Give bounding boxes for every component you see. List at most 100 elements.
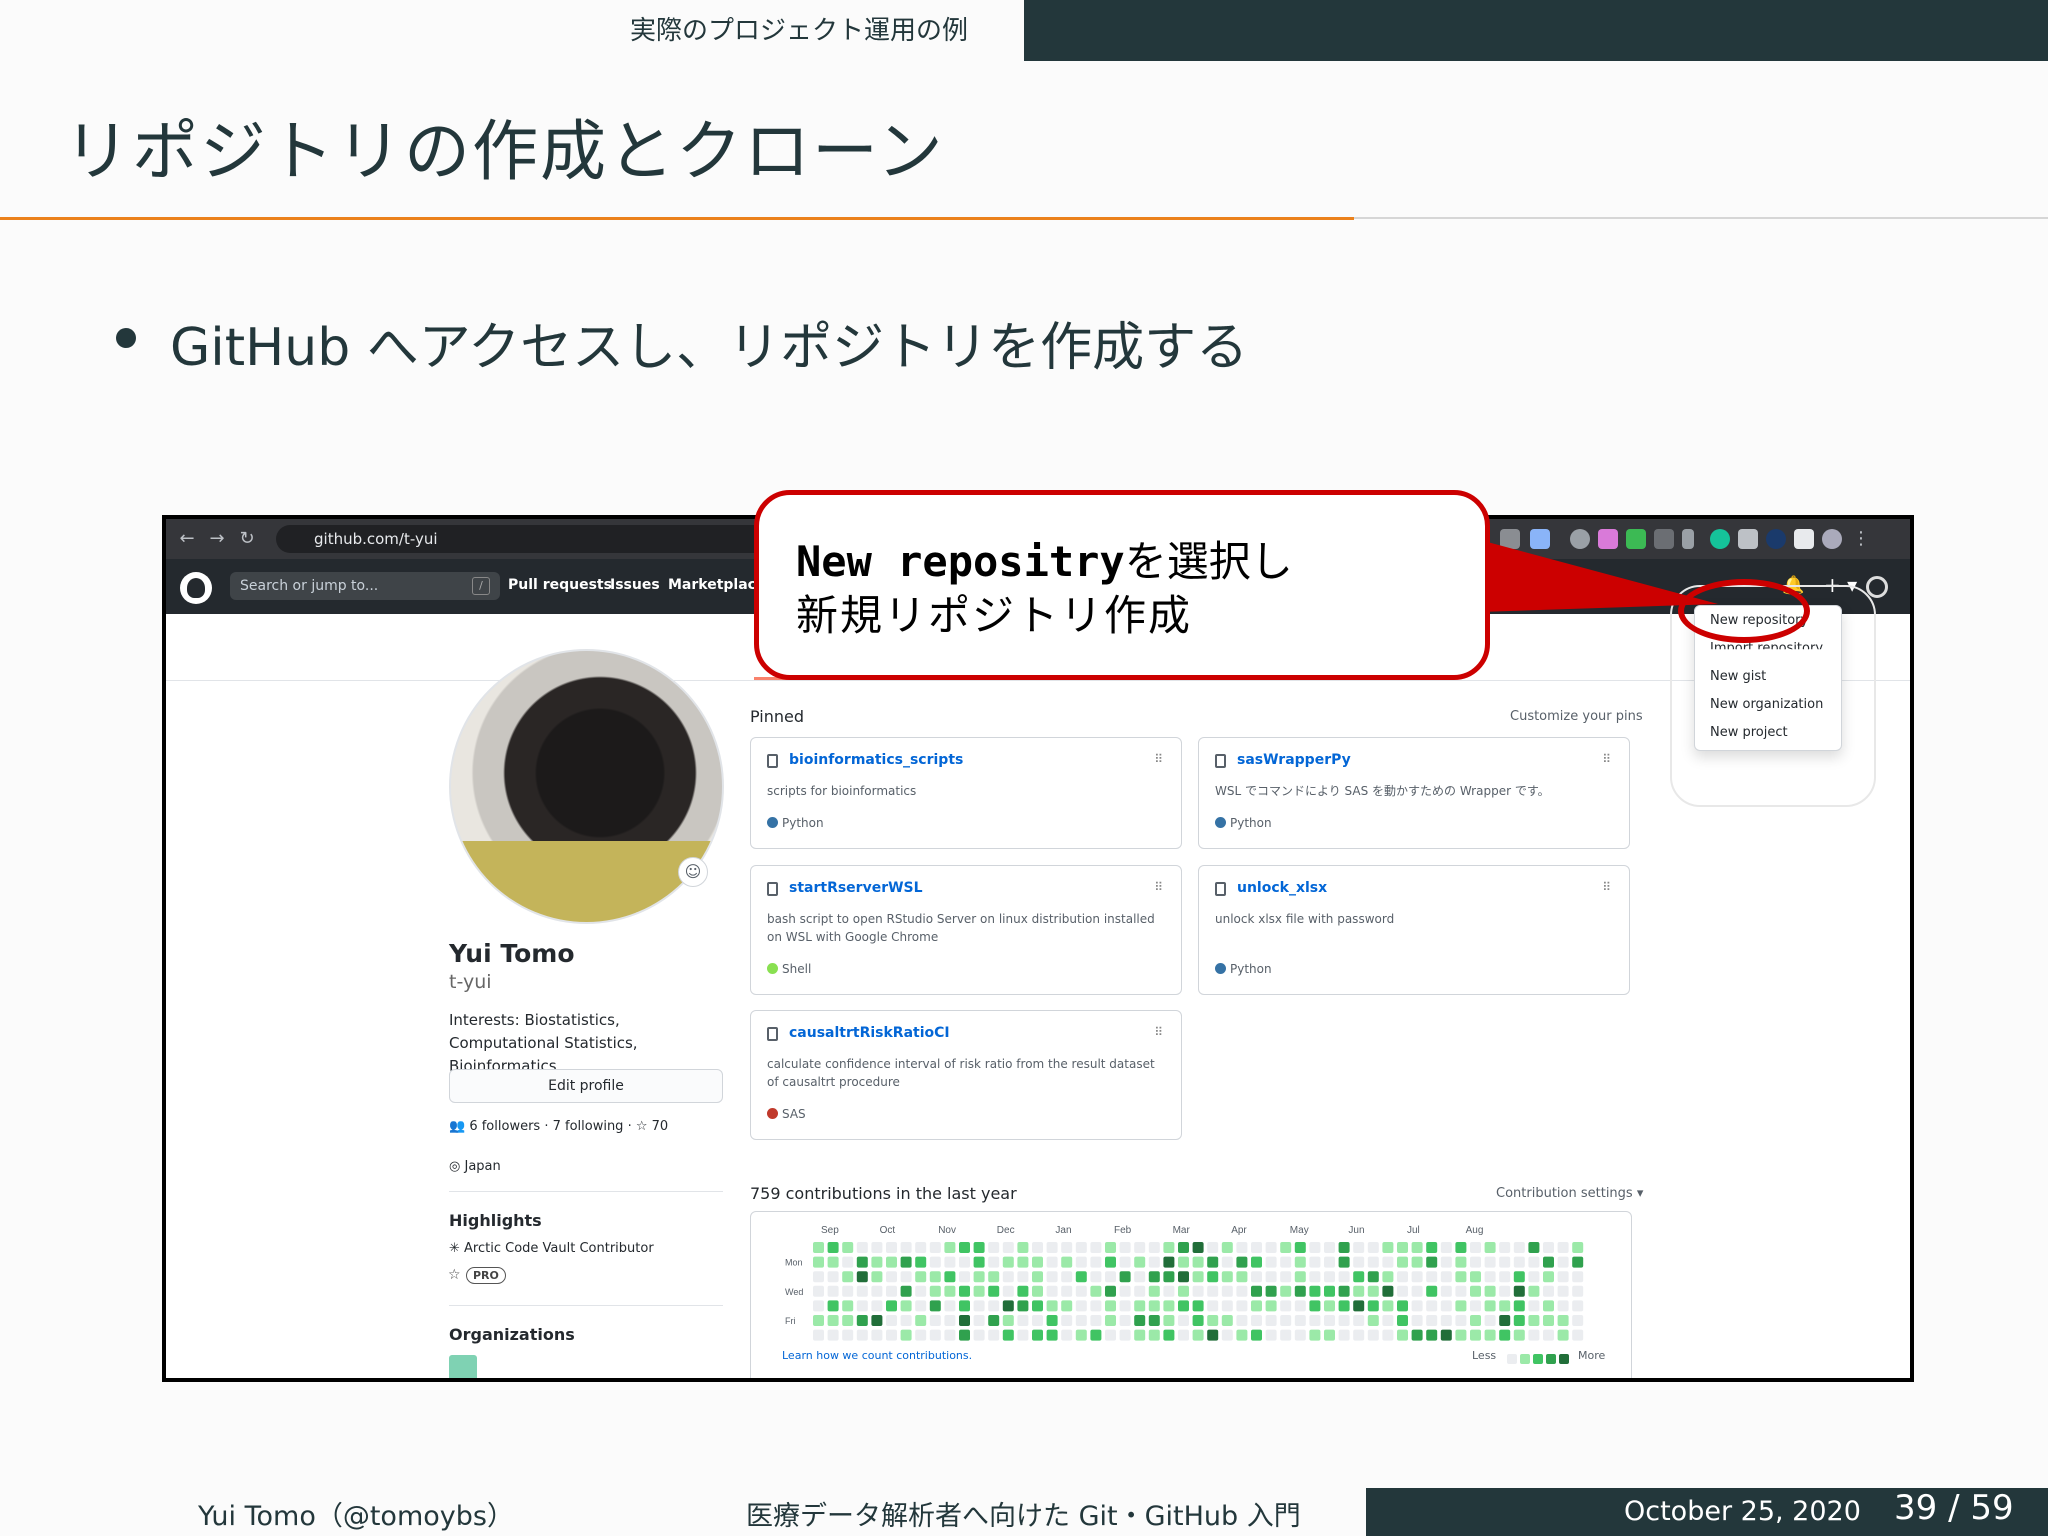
contribution-day[interactable] [1280,1329,1292,1341]
contribution-day[interactable] [1499,1315,1511,1326]
contribution-day[interactable] [856,1300,868,1312]
contribution-day[interactable] [1192,1256,1204,1268]
contribution-day[interactable] [1309,1271,1321,1283]
contribution-day[interactable] [1499,1242,1511,1253]
contribution-day[interactable] [1002,1285,1014,1297]
contribution-day[interactable] [1324,1315,1335,1326]
contribution-day[interactable] [871,1300,883,1312]
contribution-day[interactable] [842,1271,854,1283]
contribution-day[interactable] [1017,1300,1029,1312]
menu-dots-icon[interactable]: ⋮ [1848,525,1874,553]
contribution-day[interactable] [1397,1256,1408,1268]
contribution-day[interactable] [1105,1315,1116,1326]
contribution-day[interactable] [1280,1285,1292,1297]
contribution-day[interactable] [1221,1300,1233,1312]
contribution-day[interactable] [900,1315,912,1326]
contribution-day[interactable] [959,1285,970,1297]
contribution-day[interactable] [1017,1315,1029,1326]
contribution-day[interactable] [886,1256,897,1268]
contribution-day[interactable] [1207,1329,1219,1341]
contribution-day[interactable] [856,1315,868,1326]
contribution-day[interactable] [1397,1329,1408,1341]
contribution-day[interactable] [1382,1242,1394,1253]
contribution-day[interactable] [1119,1300,1131,1312]
contribution-day[interactable] [1470,1300,1481,1312]
contribution-day[interactable] [1192,1285,1204,1297]
contribution-day[interactable] [1513,1315,1525,1326]
contribution-day[interactable] [1265,1242,1277,1253]
contribution-day[interactable] [973,1300,985,1312]
contribution-day[interactable] [842,1300,854,1312]
contribution-day[interactable] [1411,1256,1423,1268]
contribution-day[interactable] [1192,1315,1204,1326]
nav-marketplace[interactable]: Marketplace [668,577,765,593]
contribution-day[interactable] [1163,1285,1175,1297]
contribution-day[interactable] [1367,1256,1379,1268]
contribution-day[interactable] [959,1329,970,1341]
drag-grip-icon[interactable]: ⠿ [1154,880,1163,894]
contribution-day[interactable] [1309,1300,1321,1312]
contribution-day[interactable] [1455,1271,1467,1283]
contribution-day[interactable] [1455,1242,1467,1253]
contribution-day[interactable] [813,1285,824,1297]
contribution-day[interactable] [929,1300,941,1312]
contribution-day[interactable] [1061,1242,1073,1253]
contribution-day[interactable] [1251,1329,1262,1341]
contribution-day[interactable] [944,1329,956,1341]
contribution-day[interactable] [1470,1271,1481,1283]
contribution-day[interactable] [1324,1285,1335,1297]
contribution-day[interactable] [1017,1285,1029,1297]
contribution-day[interactable] [827,1285,839,1297]
contribution-day[interactable] [1002,1242,1014,1253]
contribution-day[interactable] [1397,1271,1408,1283]
contribution-day[interactable] [900,1271,912,1283]
translate-icon[interactable] [1500,529,1520,549]
contribution-day[interactable] [886,1285,897,1297]
contribution-day[interactable] [1324,1271,1335,1283]
contribution-day[interactable] [1207,1285,1219,1297]
contribution-day[interactable] [1207,1315,1219,1326]
reload-icon[interactable]: ↻ [234,525,260,553]
contribution-day[interactable] [886,1300,897,1312]
contribution-day[interactable] [988,1285,1000,1297]
contribution-day[interactable] [1440,1242,1452,1253]
contribution-day[interactable] [988,1242,1000,1253]
contribution-day[interactable] [1557,1242,1569,1253]
contribution-day[interactable] [1221,1329,1233,1341]
contribution-day[interactable] [1367,1271,1379,1283]
evernote-icon[interactable] [1626,529,1646,549]
contribution-day[interactable] [1338,1329,1350,1341]
contribution-day[interactable] [1221,1242,1233,1253]
contribution-day[interactable] [1484,1315,1496,1326]
contribution-day[interactable] [1557,1315,1569,1326]
contribution-day[interactable] [988,1329,1000,1341]
contribution-day[interactable] [1513,1329,1525,1341]
contribution-day[interactable] [1528,1285,1540,1297]
contribution-day[interactable] [1002,1256,1014,1268]
contribution-day[interactable] [1426,1271,1438,1283]
contribution-day[interactable] [1032,1329,1043,1341]
contribution-day[interactable] [1411,1300,1423,1312]
contribution-day[interactable] [988,1300,1000,1312]
contribution-day[interactable] [1440,1300,1452,1312]
menu-new-organization[interactable]: New organization [1710,697,1823,712]
contribution-day[interactable] [1265,1285,1277,1297]
drag-grip-icon[interactable]: ⠿ [1602,752,1611,766]
edit-profile-button[interactable]: Edit profile [449,1069,723,1103]
contribution-day[interactable] [1367,1242,1379,1253]
contribution-day[interactable] [1294,1285,1306,1297]
contribution-day[interactable] [1032,1285,1043,1297]
contribution-day[interactable] [1338,1242,1350,1253]
contribution-day[interactable] [1046,1329,1058,1341]
contribution-day[interactable] [827,1256,839,1268]
contribution-day[interactable] [1528,1242,1540,1253]
contribution-day[interactable] [856,1285,868,1297]
contribution-day[interactable] [1148,1329,1160,1341]
contribution-day[interactable] [1543,1285,1554,1297]
contribution-day[interactable] [1543,1315,1554,1326]
contribution-day[interactable] [1251,1271,1262,1283]
contribution-day[interactable] [1251,1256,1262,1268]
contribution-day[interactable] [1163,1242,1175,1253]
contribution-day[interactable] [1397,1315,1408,1326]
contribution-day[interactable] [1105,1300,1116,1312]
